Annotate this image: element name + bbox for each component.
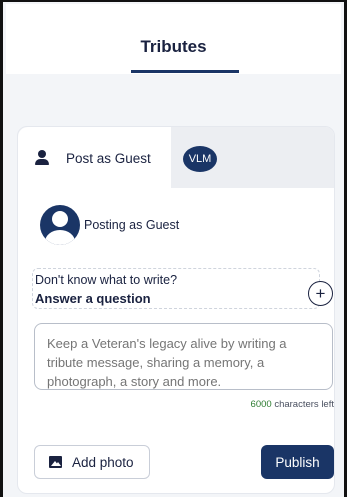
posting-as-row: Posting as Guest <box>40 205 179 245</box>
tab-post-as-guest[interactable]: Post as Guest <box>18 127 171 189</box>
tribute-card: Post as Guest VLM Posting as Guest Don't… <box>17 126 335 494</box>
answer-question-link[interactable]: Answer a question <box>35 291 151 306</box>
characters-left-label: characters left <box>274 399 334 410</box>
tab-post-as-guest-label: Post as Guest <box>66 150 151 166</box>
character-counter: 6000 characters left <box>251 399 334 410</box>
answer-question-box[interactable]: Don't know what to write? Answer a quest… <box>32 268 333 309</box>
person-icon <box>34 150 50 166</box>
app-frame: Tributes Post as Guest VLM Posting as Gu… <box>0 0 347 497</box>
page-header: Tributes <box>6 4 341 74</box>
page-title: Tributes <box>140 37 207 56</box>
posting-as-label: Posting as Guest <box>84 218 180 232</box>
plus-circle-icon[interactable]: + <box>308 281 333 306</box>
add-photo-button[interactable]: Add photo <box>34 445 150 479</box>
publish-button[interactable]: Publish <box>261 445 334 479</box>
image-icon <box>49 456 62 468</box>
tab-vlm-avatar[interactable]: VLM <box>183 146 217 172</box>
guest-avatar-icon <box>40 205 80 245</box>
tab-bar: Post as Guest VLM <box>18 127 334 189</box>
question-prompt: Don't know what to write? <box>35 273 178 287</box>
characters-left-count: 6000 <box>250 399 272 410</box>
title-underline <box>131 70 239 73</box>
tribute-message-input[interactable] <box>34 323 333 390</box>
add-photo-label: Add photo <box>72 454 134 470</box>
